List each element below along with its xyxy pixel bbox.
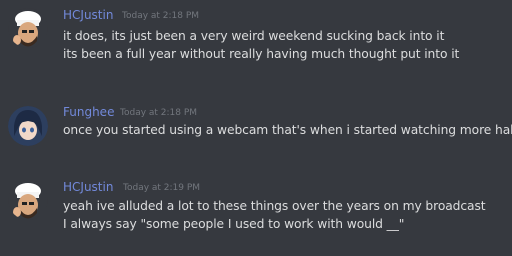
anime-avatar[interactable] — [8, 106, 48, 146]
timestamp: Today at 2:19 PM — [123, 183, 201, 193]
message-group: HCJustin Today at 2:19 PM yeah ive allud… — [0, 170, 512, 256]
username[interactable]: HCJustin — [63, 8, 113, 22]
message-group: HCJustin Today at 2:18 PM it does, its j… — [0, 0, 512, 80]
message-text: I always say "some people I used to work… — [63, 217, 405, 231]
timestamp: Today at 2:18 PM — [122, 11, 200, 21]
message-group: Funghee Today at 2:18 PM once you starte… — [0, 96, 512, 156]
username[interactable]: HCJustin — [63, 180, 113, 194]
chef-avatar[interactable] — [8, 8, 48, 48]
message-text: once you started using a webcam that's w… — [63, 123, 512, 137]
message-text: its been a full year without really havi… — [63, 47, 460, 61]
message-text: yeah ive alluded a lot to these things o… — [63, 199, 486, 213]
chef-avatar[interactable] — [8, 180, 48, 220]
timestamp: Today at 2:18 PM — [120, 108, 198, 118]
username[interactable]: Funghee — [63, 105, 114, 119]
message-text: it does, its just been a very weird week… — [63, 29, 445, 43]
